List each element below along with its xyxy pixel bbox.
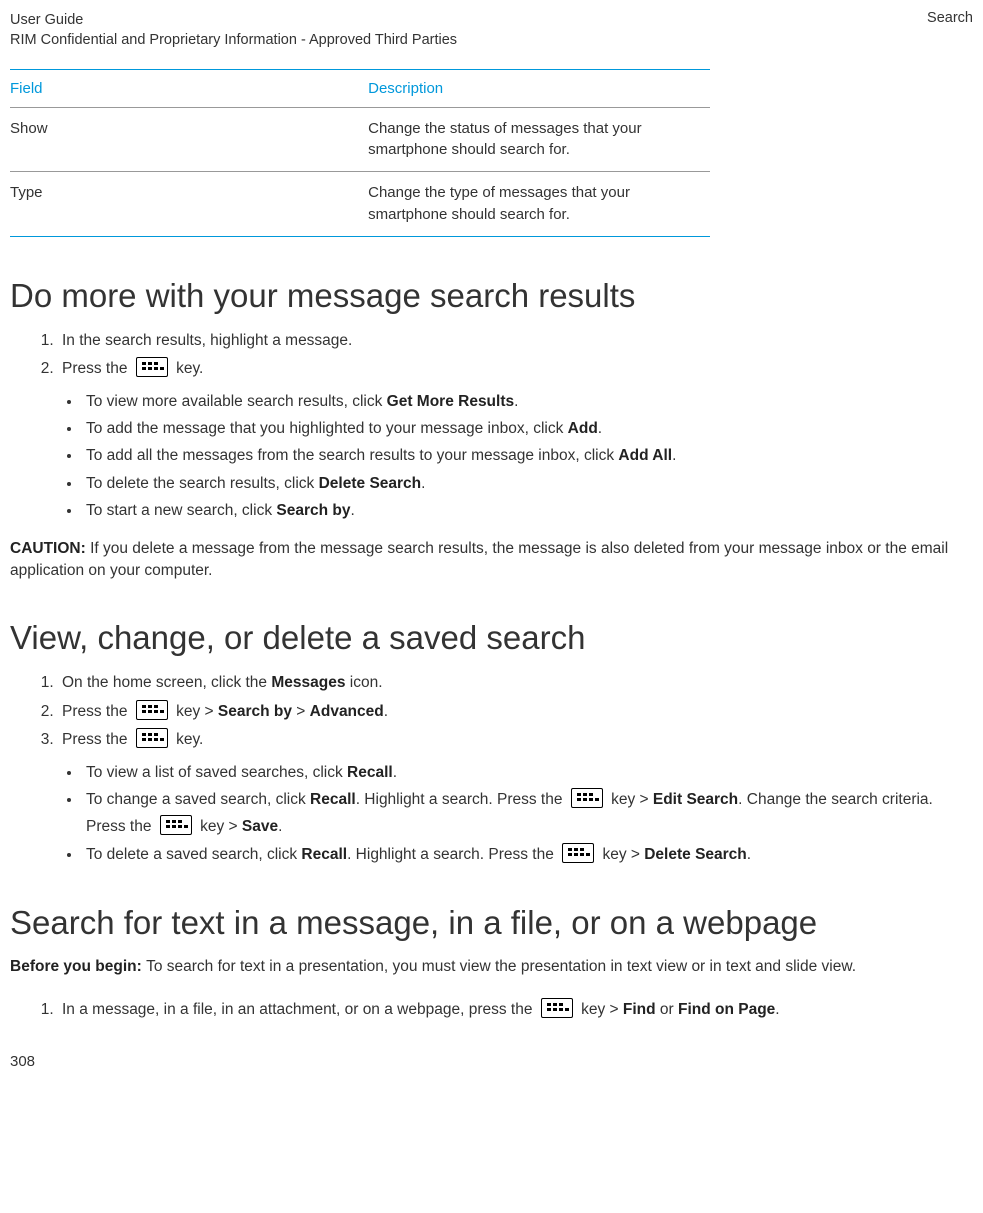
- cell-field: Type: [10, 172, 368, 237]
- section-heading: Search for text in a message, in a file,…: [10, 904, 973, 942]
- table-header-field: Field: [10, 69, 368, 107]
- menu-key-icon: [136, 700, 168, 720]
- section-heading: Do more with your message search results: [10, 277, 973, 315]
- menu-key-icon: [136, 357, 168, 377]
- cell-desc: Change the type of messages that your sm…: [368, 172, 710, 237]
- header-title: User Guide: [10, 10, 457, 30]
- step: Press the key.: [58, 357, 973, 382]
- menu-key-icon: [541, 998, 573, 1018]
- bullet: To start a new search, click Search by.: [82, 497, 973, 524]
- step: Press the key.: [58, 728, 973, 753]
- bullet: To add all the messages from the search …: [82, 442, 973, 469]
- header-section: Search: [927, 10, 973, 51]
- bullet: To add the message that you highlighted …: [82, 415, 973, 442]
- step: In the search results, highlight a messa…: [58, 329, 973, 354]
- table-row: Show Change the status of messages that …: [10, 107, 710, 172]
- fields-table: Field Description Show Change the status…: [10, 69, 710, 237]
- page-number: 308: [10, 1027, 973, 1080]
- menu-key-icon: [571, 788, 603, 808]
- bullet: To view more available search results, c…: [82, 388, 973, 415]
- section-heading: View, change, or delete a saved search: [10, 619, 973, 657]
- bullet: To delete a saved search, click Recall. …: [82, 841, 973, 868]
- menu-key-icon: [160, 815, 192, 835]
- menu-key-icon: [136, 728, 168, 748]
- bullet: To change a saved search, click Recall. …: [82, 786, 973, 840]
- step: Press the key > Search by > Advanced.: [58, 700, 973, 725]
- step: On the home screen, click the Messages i…: [58, 671, 973, 696]
- header-subtitle: RIM Confidential and Proprietary Informa…: [10, 30, 457, 50]
- before-you-begin: Before you begin: To search for text in …: [10, 956, 973, 978]
- cell-field: Show: [10, 107, 368, 172]
- bullet: To delete the search results, click Dele…: [82, 470, 973, 497]
- caution-paragraph: CAUTION: If you delete a message from th…: [10, 538, 973, 583]
- step: In a message, in a file, in an attachmen…: [58, 998, 973, 1023]
- table-row: Type Change the type of messages that yo…: [10, 172, 710, 237]
- menu-key-icon: [562, 843, 594, 863]
- page-header: User Guide RIM Confidential and Propriet…: [10, 0, 973, 59]
- table-header-description: Description: [368, 69, 710, 107]
- bullet: To view a list of saved searches, click …: [82, 759, 973, 786]
- cell-desc: Change the status of messages that your …: [368, 107, 710, 172]
